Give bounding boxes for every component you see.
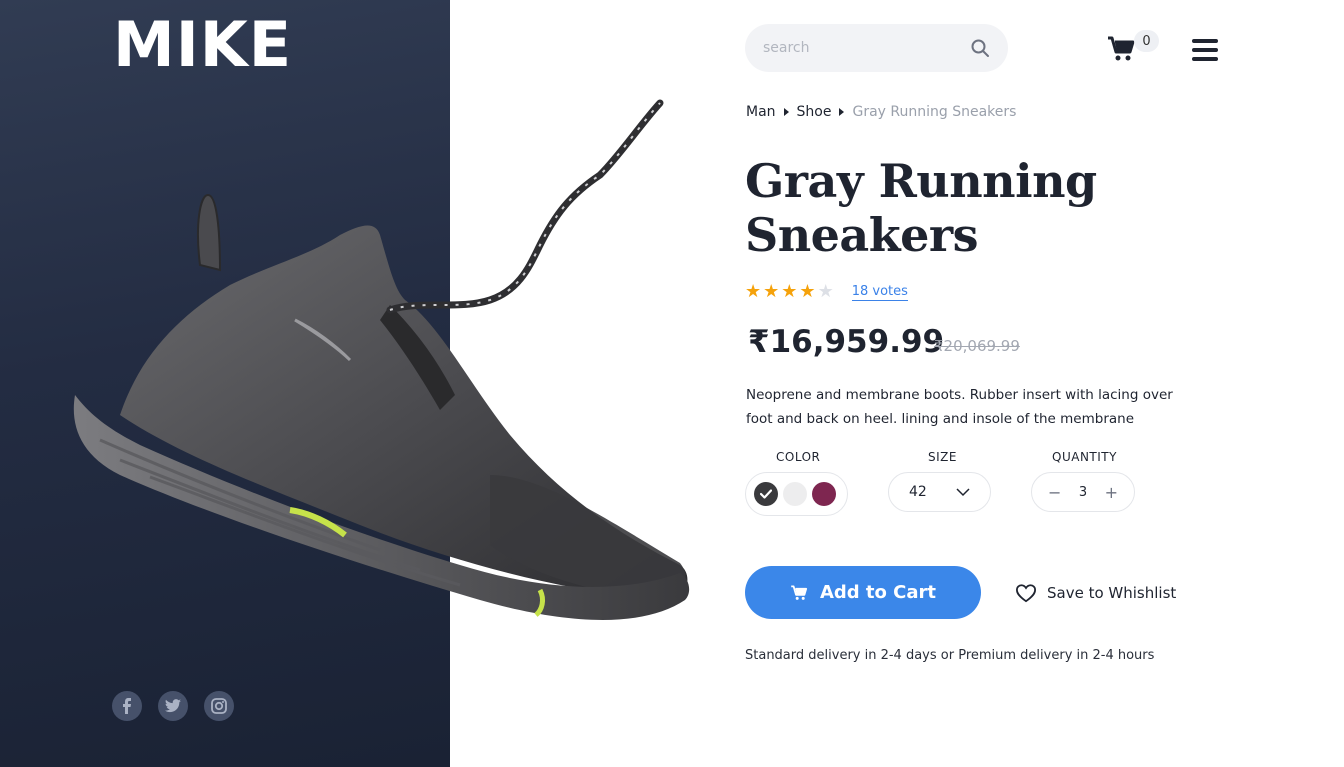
star-icon-filled: ★ (781, 281, 798, 302)
breadcrumb-item-current: Gray Running Sneakers (852, 104, 1017, 120)
wishlist-label: Save to Whishlist (1047, 584, 1177, 602)
color-swatch-dark-gray[interactable] (754, 482, 778, 506)
social-links (112, 691, 234, 721)
breadcrumb: Man Shoe Gray Running Sneakers (746, 104, 1016, 120)
product-title: Gray Running Sneakers (745, 154, 1097, 262)
color-label: COLOR (776, 450, 821, 464)
quantity-label: QUANTITY (1052, 450, 1117, 464)
star-icon-filled: ★ (799, 281, 816, 302)
product-image (73, 99, 690, 620)
product-description: Neoprene and membrane boots. Rubber inse… (746, 387, 1173, 427)
color-selector (745, 472, 848, 516)
cart-count-badge: 0 (1134, 30, 1159, 52)
chevron-down-icon (956, 487, 970, 496)
cart-icon (791, 585, 808, 600)
twitter-icon[interactable] (158, 691, 188, 721)
decrement-button[interactable]: − (1048, 483, 1061, 502)
instagram-icon[interactable] (204, 691, 234, 721)
size-value: 42 (909, 484, 927, 500)
breadcrumb-item-man[interactable]: Man (746, 104, 776, 120)
star-icon-filled: ★ (745, 281, 762, 302)
add-to-cart-label: Add to Cart (819, 582, 937, 603)
color-swatch-maroon[interactable] (812, 482, 836, 506)
facebook-icon[interactable] (112, 691, 142, 721)
breadcrumb-separator-icon (783, 108, 789, 116)
size-label: SIZE (928, 450, 957, 464)
add-to-cart-button[interactable]: Add to Cart (745, 566, 981, 619)
star-icon-empty: ★ (817, 281, 834, 302)
breadcrumb-separator-icon (839, 108, 845, 116)
brand-logo[interactable]: MIKE (113, 8, 292, 81)
votes-link[interactable]: 18 votes (851, 284, 908, 301)
heart-icon (1015, 584, 1037, 603)
size-select[interactable]: 42 (888, 472, 991, 512)
search-bar (745, 24, 1008, 72)
delivery-note: Standard delivery in 2-4 days or Premium… (745, 648, 1155, 663)
increment-button[interactable]: + (1105, 483, 1118, 502)
quantity-stepper: − 3 + (1031, 472, 1135, 512)
product-page: MIKE search 0 Man Shoe Gray Running Snea… (0, 0, 1344, 767)
search-icon[interactable] (970, 38, 990, 58)
check-icon (760, 489, 772, 499)
current-price: ₹16,959.99 (748, 324, 945, 360)
save-to-wishlist-button[interactable]: Save to Whishlist (1015, 583, 1176, 603)
hamburger-menu-icon[interactable] (1192, 39, 1218, 61)
cart-icon[interactable] (1106, 34, 1136, 64)
search-input[interactable] (763, 40, 970, 56)
breadcrumb-item-shoe[interactable]: Shoe (797, 104, 832, 120)
product-rating: ★ ★ ★ ★ ★ 18 votes (745, 283, 908, 301)
star-icon-filled: ★ (763, 281, 780, 302)
original-price: ₹20,069.99 (934, 337, 1020, 355)
color-swatch-white[interactable] (783, 482, 807, 506)
quantity-value[interactable]: 3 (1079, 485, 1087, 500)
